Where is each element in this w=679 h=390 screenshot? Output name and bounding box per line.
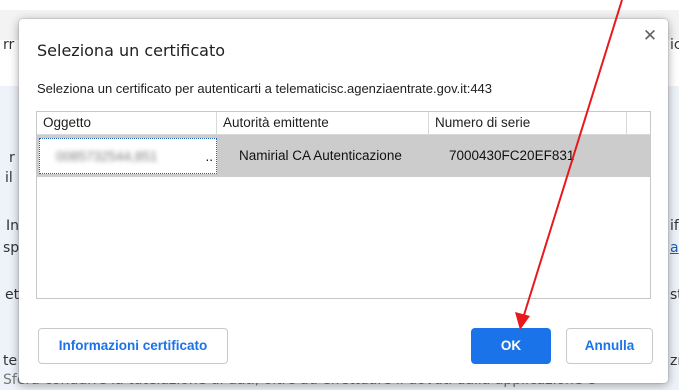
background-text-fragment: In (6, 218, 20, 234)
subject-ellipsis: .. (205, 149, 213, 164)
column-header-serial[interactable]: Numero di serie (429, 112, 627, 134)
close-icon[interactable]: ✕ (641, 27, 659, 45)
dialog-description: Seleziona un certificato per autenticart… (37, 81, 493, 96)
background-text-fragment: ic (670, 37, 679, 53)
background-text-fragment: il (5, 170, 13, 186)
cell-subject[interactable]: 0085732544,851 .. (39, 138, 217, 174)
background-text-fragment: zı (670, 353, 679, 369)
background-text-fragment: et (5, 287, 20, 303)
background-text-fragment: sp (3, 240, 20, 256)
certificate-table: Oggetto Autorità emittente Numero di ser… (36, 111, 651, 299)
cancel-button[interactable]: Annulla (566, 328, 653, 364)
cell-serial: 7000430FC20EF831 (449, 148, 575, 163)
background-text-fragment: st (670, 287, 679, 303)
background-text-fragment: r (9, 150, 15, 166)
column-header-issuer[interactable]: Autorità emittente (217, 112, 429, 134)
certificate-info-button[interactable]: Informazioni certificato (38, 328, 228, 364)
background-link-fragment[interactable]: a (670, 240, 679, 256)
dialog-title: Seleziona un certificato (37, 41, 225, 60)
certificate-select-dialog: Seleziona un certificato ✕ Seleziona un … (19, 19, 668, 383)
table-row[interactable]: 0085732544,851 .. Namirial CA Autenticaz… (37, 135, 650, 177)
ok-button[interactable]: OK (471, 328, 551, 364)
subject-blurred-text: 0085732544,851 (56, 149, 158, 164)
background-text-fragment: if (670, 218, 679, 234)
table-header: Oggetto Autorità emittente Numero di ser… (37, 112, 650, 135)
cell-issuer: Namirial CA Autenticazione (239, 148, 402, 163)
column-header-filler (627, 112, 650, 134)
background-text-fragment: te (3, 353, 18, 369)
column-header-subject[interactable]: Oggetto (37, 112, 217, 134)
background-text-fragment: rr (3, 37, 15, 53)
